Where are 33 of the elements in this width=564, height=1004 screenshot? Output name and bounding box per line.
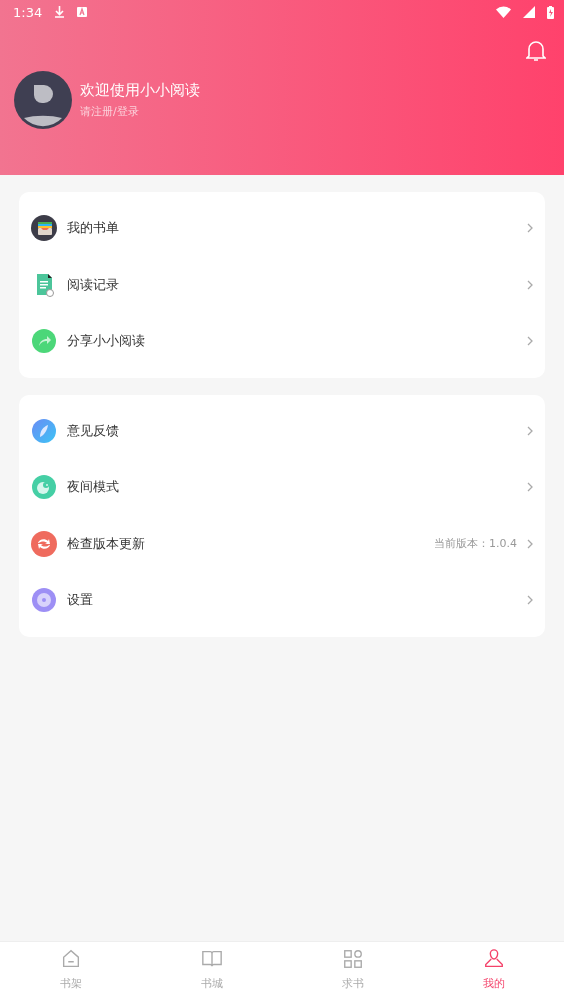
- chevron-icon: [527, 482, 533, 493]
- welcome-title: 欢迎使用小小阅读: [80, 81, 200, 100]
- refresh-icon: [31, 530, 57, 557]
- avatar[interactable]: [14, 71, 72, 129]
- battery-icon: [547, 5, 554, 19]
- notification-bell-icon[interactable]: [526, 40, 546, 62]
- person-icon: [482, 948, 505, 970]
- wallet-icon: [31, 215, 57, 242]
- version-text: 当前版本：1.0.4: [434, 536, 517, 552]
- chevron-icon: [527, 336, 533, 347]
- moon-icon: [31, 474, 57, 501]
- menu-item[interactable]: 意见反馈: [19, 402, 545, 459]
- share-icon: [31, 328, 57, 355]
- chevron-icon: [527, 425, 533, 436]
- download-icon: [54, 6, 66, 18]
- wifi-icon: [496, 6, 511, 18]
- grid-icon: [341, 948, 364, 970]
- chevron-icon: [527, 279, 533, 290]
- settings-icon: [31, 587, 57, 614]
- menu-item[interactable]: 阅读记录: [19, 256, 545, 313]
- menu-item[interactable]: 分享小小阅读: [19, 313, 545, 370]
- chevron-icon: [527, 538, 533, 549]
- feather-icon: [31, 417, 57, 444]
- menu-item[interactable]: 设置: [19, 572, 545, 629]
- menu-item[interactable]: 检查版本更新 当前版本：1.0.4: [19, 515, 545, 572]
- tab[interactable]: 我的: [423, 942, 564, 1004]
- app-icon: [77, 7, 88, 17]
- chevron-icon: [527, 595, 533, 606]
- menu-item[interactable]: 夜间模式: [19, 459, 545, 516]
- signal-icon: [523, 6, 535, 18]
- menu-item[interactable]: 我的书单: [19, 200, 545, 257]
- status-time: 1:34: [13, 4, 43, 20]
- chevron-icon: [527, 223, 533, 234]
